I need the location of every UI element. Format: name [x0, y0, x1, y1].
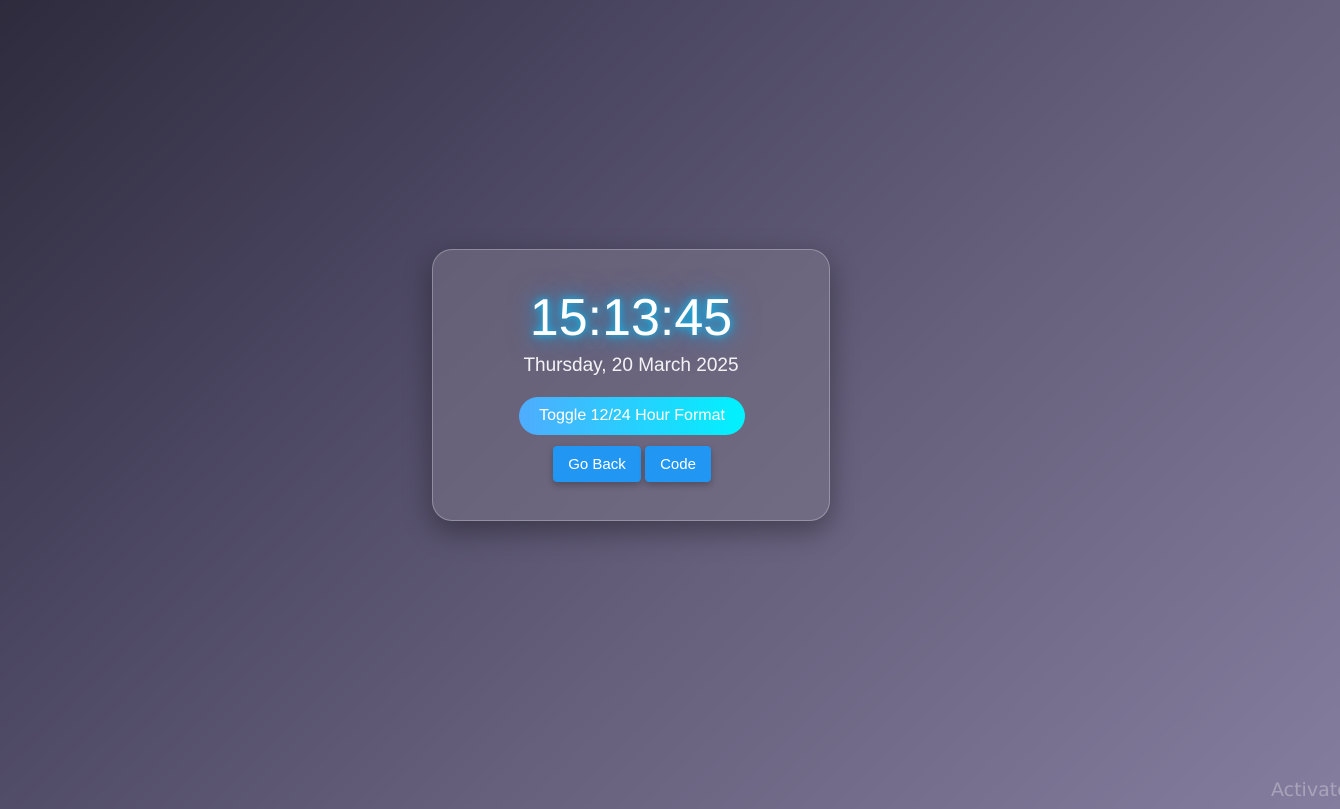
clock-time: 15:13:45 [529, 289, 733, 347]
code-button[interactable]: Code [645, 446, 711, 482]
clock-date: Thursday, 20 March 2025 [523, 355, 739, 376]
go-back-button[interactable]: Go Back [553, 446, 641, 482]
clock-card: 15:13:45 Thursday, 20 March 2025 Toggle … [432, 249, 830, 521]
toggle-format-button[interactable]: Toggle 12/24 Hour Format [519, 397, 745, 435]
activate-windows-watermark: Activate [1271, 779, 1340, 801]
page-background: { "clock": { "time": "15:13:45", "date":… [0, 0, 1340, 809]
